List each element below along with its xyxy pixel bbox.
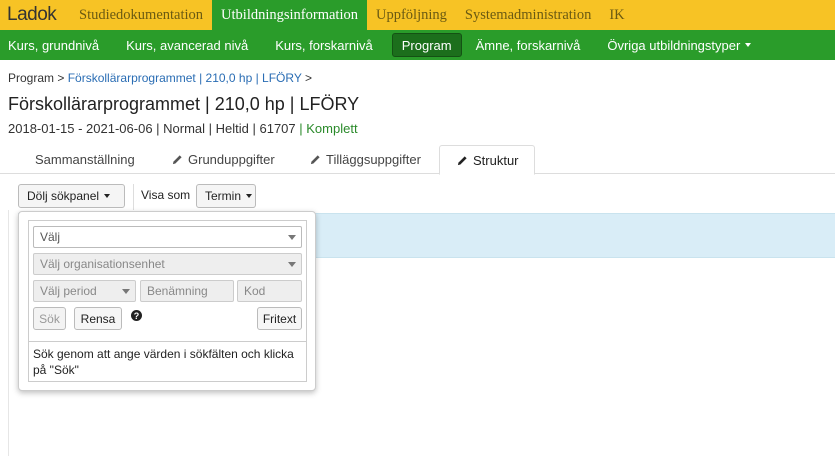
page-meta: 2018-01-15 - 2021-06-06 | Normal | Helti… — [8, 121, 358, 136]
period-select[interactable]: Välj period — [33, 280, 136, 302]
tab-sammanstallning[interactable]: Sammanställning — [35, 145, 135, 174]
dropdown-arrow-icon — [288, 235, 296, 240]
tab-struktur[interactable]: Struktur — [439, 145, 535, 175]
toggle-search-label: Dölj sökpanel — [27, 189, 100, 203]
top-nav: Studiedokumentation Utbildningsinformati… — [70, 0, 634, 30]
tab-grunduppgifter[interactable]: Grunduppgifter — [172, 145, 275, 174]
kod-input[interactable]: Kod — [237, 280, 302, 302]
topnav-systemadministration[interactable]: Systemadministration — [456, 0, 600, 30]
subnav-kurs-grundniva[interactable]: Kurs, grundnivå — [0, 33, 112, 57]
ladok-logo[interactable]: Ladok — [0, 0, 70, 30]
panel-separator — [29, 341, 306, 342]
benamning-placeholder: Benämning — [147, 284, 208, 298]
search-panel-inner: Välj Välj organisationsenhet Välj period… — [28, 220, 307, 382]
page-title: Förskollärarprogrammet | 210,0 hp | LFÖR… — [8, 94, 360, 114]
tab-struktur-label: Struktur — [473, 152, 519, 168]
chevron-down-icon — [745, 43, 752, 47]
breadcrumb: Program > Förskollärarprogrammet | 210,0… — [8, 71, 312, 85]
sub-navigation-bar: Kurs, grundnivå Kurs, avancerad nivå Kur… — [0, 30, 835, 60]
meta-text: 2018-01-15 - 2021-06-06 | Normal | Helti… — [8, 121, 296, 136]
show-as-dropdown[interactable]: Termin — [196, 184, 256, 208]
subnav-program[interactable]: Program — [391, 33, 462, 57]
topnav-utbildningsinformation[interactable]: Utbildningsinformation — [212, 0, 367, 30]
dropdown-arrow-icon — [288, 262, 296, 267]
tab-tillaggsuppgifter-label: Tilläggsuppgifter — [326, 152, 421, 167]
subnav-kurs-forskarniva[interactable]: Kurs, forskarnivå — [267, 33, 386, 57]
search-hint: Sök genom att ange värden i sökfälten oc… — [33, 347, 294, 377]
show-as-value: Termin — [205, 189, 242, 203]
show-as-label: Visa som — [141, 188, 191, 202]
breadcrumb-separator: > — [57, 71, 65, 85]
help-icon[interactable]: ? — [131, 310, 142, 321]
tab-tillaggsuppgifter[interactable]: Tilläggsuppgifter — [310, 145, 421, 174]
toolbar-divider — [133, 184, 134, 210]
toggle-search-panel-button[interactable]: Dölj sökpanel — [18, 184, 125, 208]
organisation-placeholder: Välj organisationsenhet — [40, 257, 165, 271]
chevron-down-icon — [104, 194, 111, 198]
subnav-amne-forskarniva[interactable]: Ämne, forskarnivå — [468, 33, 594, 57]
breadcrumb-root[interactable]: Program — [8, 71, 54, 85]
select-placeholder: Välj — [40, 230, 61, 244]
benamning-input[interactable]: Benämning — [140, 280, 234, 302]
search-panel: Välj Välj organisationsenhet Välj period… — [18, 211, 316, 391]
period-placeholder: Välj period — [40, 284, 97, 298]
pencil-icon — [457, 155, 467, 165]
breadcrumb-separator: > — [304, 71, 312, 85]
subnav-ovriga-label: Övriga utbildningstyper — [607, 37, 741, 53]
tab-grunduppgifter-label: Grunduppgifter — [188, 152, 275, 167]
status-text: | Komplett — [299, 121, 358, 136]
pencil-icon — [172, 155, 182, 165]
dropdown-arrow-icon — [122, 289, 130, 294]
content-left-border — [8, 210, 9, 456]
breadcrumb-current[interactable]: Förskollärarprogrammet | 210,0 hp | LFÖR… — [68, 71, 302, 85]
subnav-kurs-avancerad-niva[interactable]: Kurs, avancerad nivå — [118, 33, 261, 57]
tab-bar: Sammanställning Grunduppgifter Tilläggsu… — [0, 145, 835, 175]
search-button[interactable]: Sök — [33, 307, 66, 330]
organisation-select[interactable]: Välj organisationsenhet — [33, 253, 302, 275]
topnav-uppfoljning[interactable]: Uppföljning — [367, 0, 456, 30]
subnav-ovriga-utbildningstyper[interactable]: Övriga utbildningstyper — [599, 33, 764, 57]
clear-button[interactable]: Rensa — [74, 307, 122, 330]
top-navigation-bar: Ladok Studiedokumentation Utbildningsinf… — [0, 0, 835, 30]
topnav-ik[interactable]: IK — [600, 0, 633, 30]
freetext-button[interactable]: Fritext — [257, 307, 302, 330]
select-field[interactable]: Välj — [33, 226, 302, 248]
pencil-icon — [310, 155, 320, 165]
topnav-studiedokumentation[interactable]: Studiedokumentation — [70, 0, 212, 30]
chevron-down-icon — [246, 194, 253, 198]
kod-placeholder: Kod — [244, 284, 266, 298]
